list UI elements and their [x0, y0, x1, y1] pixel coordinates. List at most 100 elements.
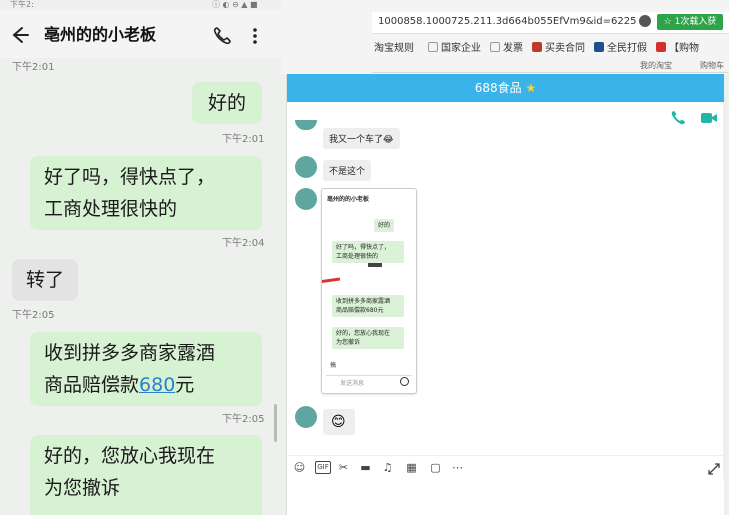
message-bubble-out[interactable]: 好的，您放心我现在 为您撤诉 [30, 435, 262, 515]
message-bubble-out[interactable]: 收到拼多多商家露酒 商品赔偿款680元 [30, 332, 262, 406]
message-text-suffix: 元 [175, 374, 195, 396]
chat-contact-name: 亳州的的小老板 [44, 25, 157, 44]
message-input-area[interactable] [287, 479, 724, 515]
back-arrow-icon[interactable] [8, 24, 30, 46]
site-info-icon[interactable] [639, 15, 651, 27]
avatar [295, 156, 317, 178]
message-time: 下午2:01 [12, 62, 55, 73]
seller-chat-window: 688食品 ★ 我又一个车了😂 不是这个 亳州的的小老板 好的 好了吗，得快点了… [286, 74, 724, 515]
amount-link[interactable]: 680 [139, 374, 175, 396]
contract-icon [532, 41, 542, 52]
thumb-text: 搞 [330, 362, 337, 369]
cart-link[interactable]: 购物车 [700, 60, 724, 71]
status-icons: ⓘ ◐ ⊖ ▲ ■ [212, 0, 258, 9]
message-text-line: 商品赔偿款680元 [44, 369, 248, 401]
shop-name: 688食品 [474, 81, 522, 95]
music-icon[interactable]: ♫ [381, 461, 394, 474]
message-text-line: 为您撤诉 [44, 477, 121, 499]
my-taobao-link[interactable]: 我的淘宝 [640, 60, 672, 71]
bookmark-item[interactable]: 发票 [490, 39, 523, 54]
phone-call-icon[interactable] [212, 26, 232, 46]
avatar [295, 188, 317, 210]
thumb-line: 工商处理很快的 [336, 253, 379, 260]
scissors-icon[interactable]: ✂ [337, 461, 350, 474]
avatar [295, 406, 317, 428]
thumb-bubble: 好了吗，得快点了， 工商处理很快的 [332, 241, 404, 263]
scrollbar-thumb[interactable] [274, 404, 277, 442]
message-text-prefix: 商品赔偿款 [44, 374, 140, 396]
bookmark-item[interactable]: 全民打假 [594, 39, 647, 54]
image-icon[interactable]: ▦ [405, 461, 418, 474]
bookmark-item[interactable]: 淘宝规则 [374, 39, 414, 54]
bookmark-label: 国家企业 [441, 43, 481, 54]
address-bar-url[interactable]: 1000858.1000725.211.3d664b055EfVm9&id=62… [378, 16, 636, 27]
message-text: 转了 [26, 269, 65, 291]
phone-chat-screen: 下午2: ⓘ ◐ ⊖ ▲ ■ 亳州的的小老板 下午2:01 好的 下午2:01 … [0, 0, 281, 515]
message-text-line: 工商处理很快的 [44, 198, 178, 220]
status-time-fragment: 下午2: [10, 0, 34, 9]
bookmark-label: 淘宝规则 [374, 43, 414, 54]
page-icon [428, 41, 438, 52]
voice-call-icon[interactable] [670, 110, 686, 126]
message-time: 下午2:05 [12, 310, 55, 321]
chat-input-toolbar: ☺ GIF ✂ ▬ ♫ ▦ ▢ ⋯ [287, 455, 724, 479]
star-icon: ★ [525, 81, 537, 95]
redaction-mark [368, 263, 382, 267]
thumb-bubble: 收到拼多多商家露酒 商品赔偿款680元 [332, 295, 404, 317]
message-text-line: 好的，您放心我现在 [44, 445, 216, 467]
expand-icon[interactable] [708, 460, 720, 475]
anti-fake-icon [594, 41, 604, 52]
message-text: 好的 [207, 92, 246, 114]
divider [372, 72, 729, 73]
bookmark-item[interactable]: 国家企业 [428, 39, 481, 54]
thumb-bubble: 好的，您放心我现在 为您撤诉 [332, 327, 404, 349]
video-call-icon[interactable] [700, 110, 718, 126]
download-button[interactable]: ☆ 1次载入获 [657, 14, 723, 30]
thumb-title: 亳州的的小老板 [327, 196, 370, 203]
thumb-input-placeholder: 发送消息 [340, 380, 365, 387]
bookmark-label: 发票 [503, 43, 523, 54]
smile-emoji-icon: 😊 [331, 414, 346, 430]
thumb-line: 好的，您放心我现在 [336, 330, 391, 337]
window-icon[interactable]: ▢ [429, 461, 442, 474]
page-icon [490, 41, 500, 52]
chat-window-title: 688食品 ★ [287, 74, 724, 102]
screenshot-stage: 下午2: ⓘ ◐ ⊖ ▲ ■ 亳州的的小老板 下午2:01 好的 下午2:01 … [0, 0, 729, 515]
avatar [295, 120, 317, 130]
phone-chat-header: 亳州的的小老板 [0, 10, 281, 58]
message-time: 下午2:05 [222, 414, 265, 425]
more-icon[interactable]: ⋯ [451, 461, 464, 474]
message-bubble-out[interactable]: 好的 [192, 82, 262, 124]
thumb-line: 收到拼多多商家露酒 [336, 298, 391, 305]
search-icon [400, 377, 409, 386]
message-text-line: 收到拼多多商家露酒 [44, 342, 216, 364]
message-time: 下午2:04 [222, 238, 265, 249]
more-options-icon[interactable] [248, 26, 262, 46]
chat-window-header: 688食品 ★ [287, 74, 724, 102]
bookmark-item[interactable]: 【购物 [656, 39, 699, 54]
chat-message[interactable]: 不是这个 [323, 160, 372, 181]
thumb-bubble: 好的 [374, 219, 395, 232]
red-pen-mark [322, 277, 341, 284]
thumb-line: 为您撤诉 [336, 339, 361, 346]
thumb-input-bar: 发送消息 [326, 375, 412, 389]
emoji-message[interactable]: 😊 [323, 409, 355, 435]
emoji-icon[interactable]: ☺ [293, 461, 306, 474]
message-bubble-in[interactable]: 转了 [12, 259, 78, 301]
shopping-icon [656, 41, 666, 52]
page-top-links: 我的淘宝 购物车 [372, 58, 729, 72]
message-text-line: 好了吗，得快点了， [44, 166, 216, 188]
gif-icon[interactable]: GIF [315, 461, 331, 474]
thumb-line: 商品赔偿款680元 [336, 307, 384, 314]
screenshot-image-message[interactable]: 亳州的的小老板 好的 好了吗，得快点了， 工商处理很快的 收到拼多多商家露酒 商… [321, 188, 417, 394]
chat-message[interactable]: 我又一个车了😂 [323, 128, 400, 149]
message-bubble-out[interactable]: 好了吗，得快点了， 工商处理很快的 [30, 156, 262, 230]
bookmarks-bar: 淘宝规则 国家企业 发票 买卖合同 全民打假 【购物 [372, 36, 729, 56]
phone-status-bar: 下午2: ⓘ ◐ ⊖ ▲ ■ [0, 0, 281, 10]
bookmark-label: 【购物 [669, 43, 699, 54]
bookmark-label: 全民打假 [607, 43, 647, 54]
bookmark-item[interactable]: 买卖合同 [532, 39, 585, 54]
thumb-line: 好了吗，得快点了， [336, 244, 391, 251]
message-time: 下午2:01 [222, 134, 265, 145]
folder-icon[interactable]: ▬ [359, 461, 372, 474]
